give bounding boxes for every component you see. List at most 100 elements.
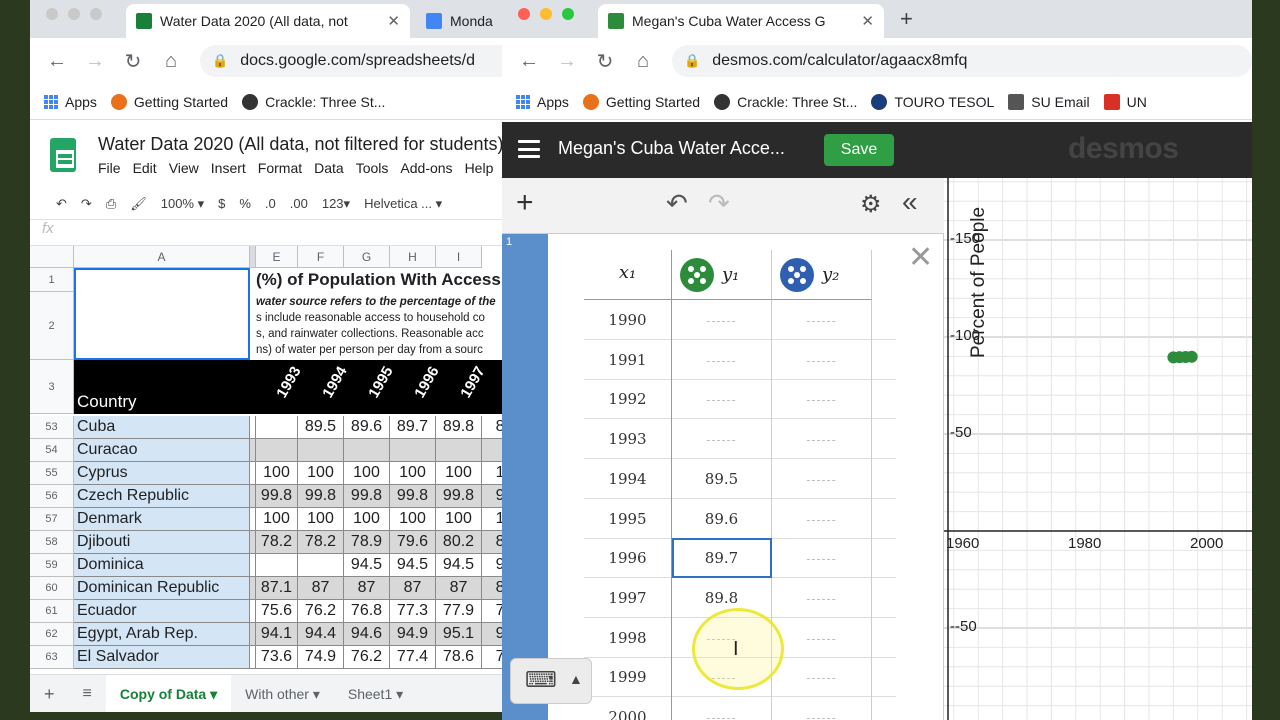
column-header-g[interactable]: G: [344, 246, 390, 268]
y1-cell[interactable]: ------: [672, 419, 772, 460]
bookmark-apps[interactable]: Apps: [44, 94, 97, 110]
row-header-1[interactable]: 1: [30, 268, 74, 292]
country-cell[interactable]: Curacao: [74, 439, 250, 462]
x1-cell[interactable]: 1995: [584, 498, 672, 539]
sheets-logo-icon[interactable]: [50, 138, 76, 172]
add-item-icon[interactable]: +: [516, 186, 534, 220]
settings-gear-icon[interactable]: ⚙: [860, 190, 882, 219]
expression-strip[interactable]: 1: [502, 234, 548, 720]
value-cell[interactable]: 76.2: [344, 646, 390, 669]
y2-cell[interactable]: ------: [772, 379, 872, 420]
minimize-window-icon[interactable]: [540, 8, 552, 20]
row-header[interactable]: 53: [30, 416, 74, 439]
bookmark-su-email[interactable]: SU Email: [1008, 93, 1090, 110]
font-select[interactable]: Helvetica ... ▾: [364, 196, 442, 212]
save-button[interactable]: Save: [824, 134, 894, 166]
value-cell[interactable]: 94.5: [436, 554, 482, 577]
table-header-y2[interactable]: y₂: [772, 250, 872, 300]
forward-arrow-icon[interactable]: →: [548, 50, 586, 73]
value-cell[interactable]: 100: [344, 462, 390, 485]
value-cell[interactable]: 87: [344, 577, 390, 600]
value-cell[interactable]: 76.2: [298, 600, 344, 623]
bookmark-un[interactable]: UN: [1103, 93, 1147, 110]
column-header-a[interactable]: A: [74, 246, 250, 268]
y1-cell[interactable]: ------: [672, 379, 772, 420]
bookmark-getting-started[interactable]: Getting Started: [582, 93, 700, 110]
zoom-select[interactable]: 100% ▾: [161, 196, 204, 212]
bookmark-getting-started[interactable]: Getting Started: [110, 93, 228, 110]
home-icon[interactable]: ⌂: [152, 50, 190, 73]
value-cell[interactable]: [436, 439, 482, 462]
graph-title[interactable]: Megan's Cuba Water Acce...: [558, 138, 785, 159]
collapse-list-icon[interactable]: «: [902, 186, 918, 218]
country-cell[interactable]: Dominica: [74, 554, 250, 577]
tab-water-data[interactable]: Water Data 2020 (All data, not ✕: [126, 4, 410, 38]
y2-cell[interactable]: ------: [772, 458, 872, 499]
value-cell[interactable]: 99.8: [390, 485, 436, 508]
row-header-2[interactable]: 2: [30, 292, 74, 360]
percent-button[interactable]: %: [239, 196, 251, 211]
add-sheet-button[interactable]: +: [30, 675, 69, 713]
country-cell[interactable]: Egypt, Arab Rep.: [74, 623, 250, 646]
value-cell[interactable]: 87: [390, 577, 436, 600]
value-cell[interactable]: 77.3: [390, 600, 436, 623]
value-cell[interactable]: 99.8: [436, 485, 482, 508]
sheet-tab-copy-of-data[interactable]: Copy of Data ▾: [105, 674, 232, 712]
sheet-tab-with-other[interactable]: With other ▾: [231, 675, 334, 713]
value-cell[interactable]: 87.1: [256, 577, 298, 600]
reload-icon[interactable]: ↻: [586, 49, 624, 74]
points-style-icon[interactable]: [680, 257, 714, 292]
menu-help[interactable]: Help: [465, 160, 494, 176]
value-cell[interactable]: 78.2: [298, 531, 344, 554]
menu-view[interactable]: View: [169, 160, 199, 176]
forward-arrow-icon[interactable]: →: [76, 50, 114, 73]
bookmark-apps[interactable]: Apps: [516, 94, 569, 110]
value-cell[interactable]: 100: [344, 508, 390, 531]
y1-cell[interactable]: 89.7: [672, 538, 772, 579]
points-style-icon[interactable]: [780, 257, 814, 292]
value-cell[interactable]: [344, 439, 390, 462]
country-cell[interactable]: Dominican Republic: [74, 577, 250, 600]
new-tab-icon[interactable]: +: [900, 6, 913, 32]
y2-cell[interactable]: ------: [772, 538, 872, 579]
value-cell[interactable]: 99.8: [256, 485, 298, 508]
value-cell[interactable]: 89.7: [390, 416, 436, 439]
x1-cell[interactable]: 1993: [584, 419, 672, 460]
y1-cell[interactable]: 89.6: [672, 498, 772, 539]
row-header[interactable]: 55: [30, 462, 74, 485]
value-cell[interactable]: 89.8: [436, 416, 482, 439]
menu-edit[interactable]: Edit: [133, 160, 157, 176]
value-cell[interactable]: [298, 554, 344, 577]
row-header[interactable]: 62: [30, 623, 74, 646]
value-cell[interactable]: 100: [256, 462, 298, 485]
x1-cell[interactable]: 1999: [584, 657, 672, 698]
row-header[interactable]: 63: [30, 646, 74, 669]
y2-cell[interactable]: ------: [772, 577, 872, 618]
column-header-i[interactable]: I: [436, 246, 482, 268]
value-cell[interactable]: 76.8: [344, 600, 390, 623]
row-header[interactable]: 57: [30, 508, 74, 531]
value-cell[interactable]: [256, 439, 298, 462]
value-cell[interactable]: [256, 554, 298, 577]
value-cell[interactable]: 73.6: [256, 646, 298, 669]
y2-cell[interactable]: ------: [772, 657, 872, 698]
value-cell[interactable]: 99.8: [298, 485, 344, 508]
menu-insert[interactable]: Insert: [211, 160, 246, 176]
x1-cell[interactable]: 2000: [584, 697, 672, 720]
graph-paper[interactable]: Percent of People -150 -100 -50 --50 1960 198…: [944, 178, 1252, 720]
back-arrow-icon[interactable]: ←: [510, 50, 548, 73]
redo-icon[interactable]: ↷: [708, 188, 730, 219]
y1-cell[interactable]: ------: [672, 300, 772, 340]
print-icon[interactable]: ⎙: [106, 196, 116, 212]
bookmark-touro-tesol[interactable]: TOURO TESOL: [871, 93, 994, 110]
value-cell[interactable]: 94.6: [344, 623, 390, 646]
value-cell[interactable]: 94.9: [390, 623, 436, 646]
value-cell[interactable]: 100: [436, 462, 482, 485]
table-header-x1[interactable]: x₁: [584, 250, 672, 300]
x1-cell[interactable]: 1997: [584, 577, 672, 618]
y1-cell[interactable]: ------: [672, 697, 772, 720]
reload-icon[interactable]: ↻: [114, 49, 152, 74]
row-header[interactable]: 61: [30, 600, 74, 623]
value-cell[interactable]: 78.6: [436, 646, 482, 669]
value-cell[interactable]: [256, 416, 298, 439]
